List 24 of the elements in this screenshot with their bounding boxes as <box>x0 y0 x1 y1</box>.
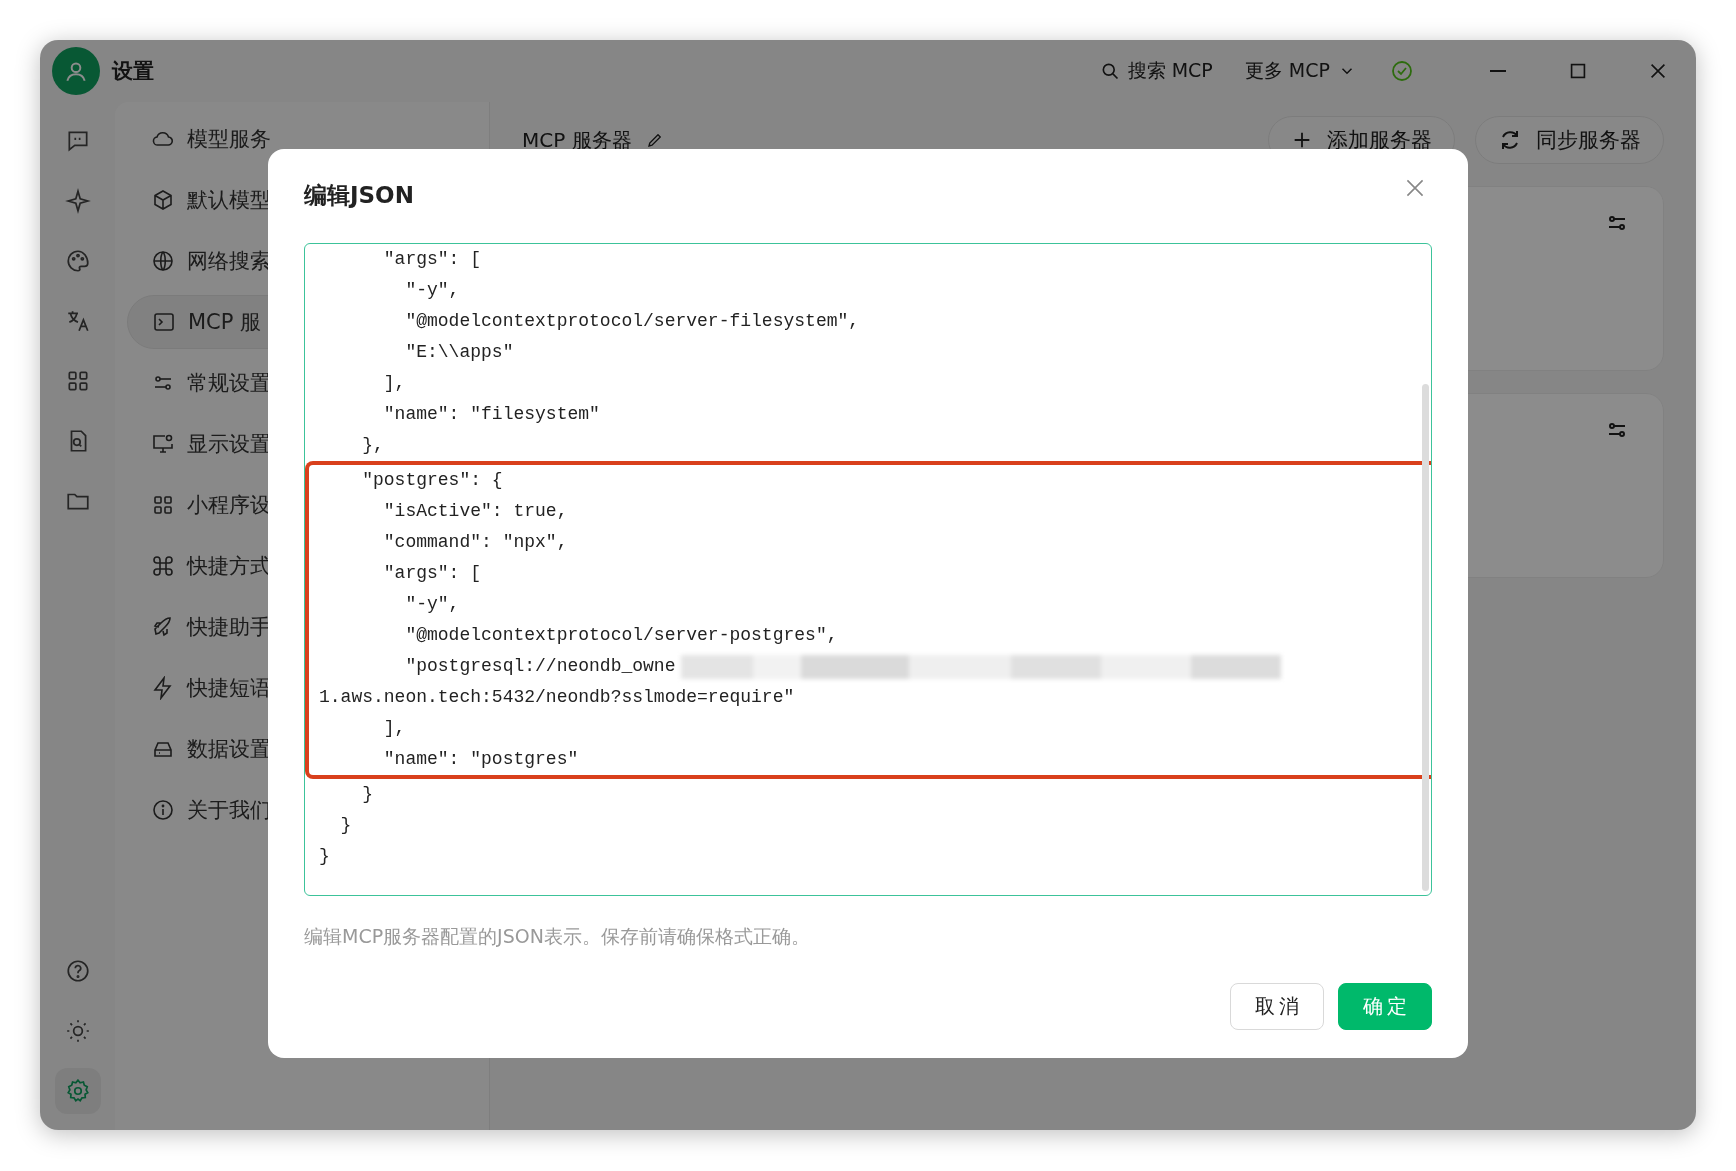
code-line: "name": "postgres" <box>382 748 579 771</box>
code-line: "command": "npx", <box>382 531 568 554</box>
code-line: "-y", <box>404 593 460 616</box>
window-title: 设置 <box>112 58 154 85</box>
code-line: }, <box>361 434 384 457</box>
code-line: } <box>319 845 330 868</box>
hint-text: 编辑MCP服务器配置的JSON表示。保存前请确保格式正确。 <box>304 924 811 949</box>
code-line: "postgresql://neondb_owne <box>404 655 676 678</box>
code-line: "-y", <box>404 279 460 302</box>
code-line: "args": [ <box>382 248 482 271</box>
code-line: } <box>361 783 373 806</box>
section-title: MCP 服务器 <box>522 126 632 154</box>
code-line: "name": "filesystem" <box>382 403 600 426</box>
code-line: "isActive": true, <box>382 500 568 523</box>
code-line: "args": [ <box>382 562 482 585</box>
code-line: "postgres": { <box>361 469 503 492</box>
code-line: ], <box>382 717 406 740</box>
dialog-title: 编辑JSON <box>304 180 414 210</box>
code-line: ], <box>382 372 406 395</box>
code-line: "E:\\apps" <box>404 341 514 364</box>
code-line: "@modelcontextprotocol/server-postgres", <box>404 624 838 647</box>
code-line: } <box>339 814 352 837</box>
code-line: 1.aws.neon.tech:5432/neondb?sslmode=require" <box>319 686 795 709</box>
code-line: "@modelcontextprotocol/server-filesystem", <box>404 310 860 333</box>
